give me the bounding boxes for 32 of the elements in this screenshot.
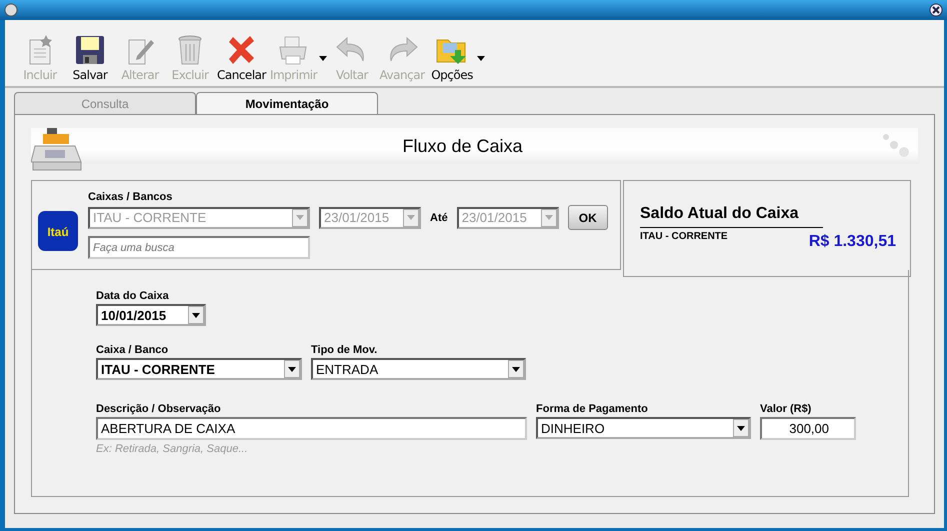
date-dropdown[interactable]: 10/01/2015 (96, 304, 206, 326)
account-name: ITAU - CORRENTE (640, 231, 728, 242)
payment-dropdown[interactable]: DINHEIRO (536, 417, 751, 439)
field-label: Caixa / Banco (96, 344, 170, 356)
description-field[interactable]: ABERTURA DE CAIXA (96, 417, 527, 440)
balance-amount: R$ 1.330,51 (808, 233, 896, 251)
trash-icon (177, 34, 203, 66)
page-title: Fluxo de Caixa (401, 136, 524, 156)
type-dropdown[interactable]: ENTRADA (311, 358, 526, 380)
toolbar-button[interactable]: Salvar (65, 34, 115, 82)
printer-icon (277, 34, 310, 66)
amount-field[interactable]: 300,00 (760, 417, 856, 440)
field-label: Tipo de Mov. (311, 344, 378, 356)
field-label: Até (430, 212, 448, 224)
field-label: Data do Caixa (96, 290, 170, 302)
tab[interactable]: Movimentação (196, 92, 378, 114)
bank-logo: Itaú (38, 211, 78, 251)
account-dropdown[interactable]: ITAU - CORRENTE (96, 358, 302, 380)
search-field[interactable]: Faça uma busca (88, 236, 310, 259)
caret-icon[interactable] (477, 56, 486, 61)
balance-title: Saldo Atual do Caixa (640, 205, 823, 228)
toolbar-button[interactable]: Opções (427, 34, 478, 82)
toolbar-button[interactable]: Cancelar (215, 34, 268, 82)
field-label: Forma de Pagamento (536, 403, 649, 415)
dots-icon (880, 132, 910, 160)
field-label: Descrição / Observação (96, 403, 222, 415)
ok-button[interactable]: OK (568, 205, 608, 230)
window-menu-icon[interactable] (4, 3, 18, 17)
close-icon[interactable] (929, 3, 943, 17)
field-label: Caixas / Bancos (88, 191, 174, 203)
field-label: Valor (R$) (760, 403, 812, 415)
hint-text: Ex: Retirada, Sangria, Saque... (96, 443, 249, 455)
